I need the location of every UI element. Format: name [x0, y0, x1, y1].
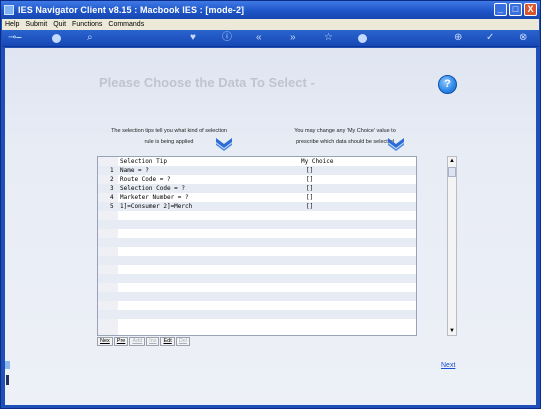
help-icon[interactable]: ? [438, 75, 457, 94]
selection-tip-cell: Route Code = ? [120, 176, 171, 183]
selection-grid: Selection Tip My Choice 1 Name = ? [] 2 … [97, 156, 417, 336]
heart-icon[interactable]: ♥ [190, 33, 196, 43]
record-nav-bar: Nex Pre Add Ins Edt Del [97, 337, 191, 346]
grid-scrollbar[interactable]: ▲ ▼ [447, 156, 457, 336]
menu-help[interactable]: Help [5, 21, 19, 28]
my-choice-field[interactable]: [] [306, 166, 313, 175]
window-controls: _ □ X [494, 3, 537, 16]
table-row[interactable]: 4 Marketer Number = ? [] [98, 193, 416, 202]
scroll-thumb[interactable] [448, 167, 456, 177]
close-icon[interactable]: ⊗ [519, 33, 527, 43]
info-icon[interactable]: ⓘ [222, 33, 232, 43]
selection-tip-cell: Selection Code = ? [120, 185, 186, 192]
empty-row [98, 283, 416, 292]
row-number: 5 [110, 203, 114, 210]
search-icon[interactable]: ⌕ [87, 33, 93, 43]
my-choice-field[interactable]: [] [306, 184, 313, 193]
scroll-down-icon[interactable]: ▼ [449, 328, 455, 334]
back-icon[interactable]: « [256, 33, 262, 43]
my-choice-field[interactable]: [] [306, 175, 313, 184]
menu-commands[interactable]: Commands [108, 21, 144, 28]
page-title: Please Choose the Data To Select - [99, 75, 315, 90]
delete-record-button[interactable]: Del [175, 337, 191, 346]
app-icon [4, 5, 14, 15]
my-choice-field[interactable]: [] [306, 202, 313, 211]
insert-record-button[interactable]: Ins [146, 337, 160, 346]
app-window: IES Navigator Client v8.15 : Macbook IES… [0, 0, 541, 409]
empty-row [98, 310, 416, 319]
main-content: Please Choose the Data To Select - ? The… [5, 48, 536, 405]
menu-bar: Help Submit Quit Functions Commands [2, 19, 539, 30]
column-header-selection-tip: Selection Tip [120, 158, 167, 165]
table-row[interactable]: 3 Selection Code = ? [] [98, 184, 416, 193]
table-row[interactable]: 1 Name = ? [] [98, 166, 416, 175]
next-record-button[interactable]: Nex [97, 337, 113, 346]
down-chevron-icon [388, 138, 404, 151]
empty-row [98, 229, 416, 238]
toolbar: ⊸⎯ ⌕ ♥ ⓘ « » ☆ ⊕ ✓ ⊗ [2, 30, 539, 47]
next-link[interactable]: Next [441, 362, 455, 369]
key-icon[interactable]: ⊸⎯ [8, 33, 21, 43]
side-indicator-icon [5, 361, 10, 385]
selection-tip-cell: Name = ? [120, 167, 149, 174]
selection-tip-cell: Marketer Number = ? [120, 194, 189, 201]
table-row[interactable]: 2 Route Code = ? [] [98, 175, 416, 184]
star-icon[interactable]: ☆ [324, 33, 333, 43]
menu-submit[interactable]: Submit [25, 21, 47, 28]
forward-icon[interactable]: » [290, 33, 296, 43]
scroll-up-icon[interactable]: ▲ [449, 158, 455, 164]
minimize-button[interactable]: _ [494, 3, 507, 16]
previous-record-button[interactable]: Pre [113, 337, 129, 346]
empty-row [98, 238, 416, 247]
down-chevron-icon [216, 138, 232, 151]
menu-functions[interactable]: Functions [72, 21, 102, 28]
empty-row [98, 301, 416, 310]
check-icon[interactable]: ✓ [486, 33, 494, 43]
row-number: 1 [110, 167, 114, 174]
close-button[interactable]: X [524, 3, 537, 16]
empty-row [98, 247, 416, 256]
add-icon[interactable]: ⊕ [454, 33, 462, 43]
home-icon[interactable] [358, 34, 367, 43]
empty-row [98, 319, 416, 328]
edit-record-button[interactable]: Edt [160, 337, 175, 346]
help-icon[interactable] [52, 34, 61, 43]
window-title: IES Navigator Client v8.15 : Macbook IES… [18, 5, 245, 15]
empty-row [98, 274, 416, 283]
empty-row [98, 211, 416, 220]
add-record-button[interactable]: Add [129, 337, 146, 346]
selection-tip-note: The selection tips tell you what kind of… [111, 128, 227, 145]
menu-quit[interactable]: Quit [53, 21, 66, 28]
empty-row [98, 292, 416, 301]
row-number: 3 [110, 185, 114, 192]
title-bar: IES Navigator Client v8.15 : Macbook IES… [1, 1, 540, 19]
column-header-my-choice: My Choice [301, 158, 334, 165]
grid-header: Selection Tip My Choice [98, 157, 416, 166]
table-row[interactable]: 5 1]=Consumer 2]=Merch [] [98, 202, 416, 211]
empty-row [98, 256, 416, 265]
row-number: 4 [110, 194, 114, 201]
empty-row [98, 220, 416, 229]
my-choice-field[interactable]: [] [306, 193, 313, 202]
empty-row [98, 265, 416, 274]
maximize-button[interactable]: □ [509, 3, 522, 16]
row-number: 2 [110, 176, 114, 183]
selection-tip-cell: 1]=Consumer 2]=Merch [120, 203, 193, 210]
